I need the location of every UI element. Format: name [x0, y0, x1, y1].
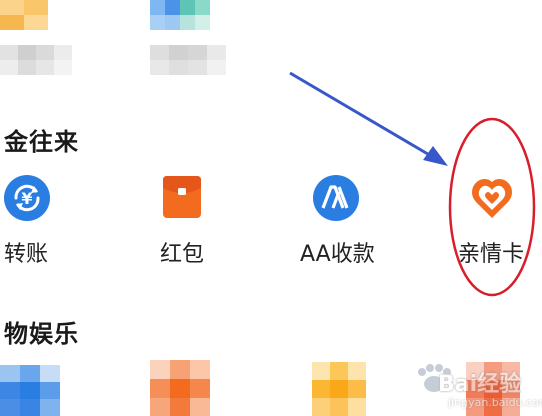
watermark-url: jingyan.baidu.com	[448, 396, 542, 409]
baidu-watermark: Bai经验 jingyan.baidu.com	[412, 364, 542, 414]
annotation-arrowhead	[423, 146, 448, 166]
annotation-arrow	[289, 71, 439, 162]
watermark-text: Bai经验	[438, 372, 522, 397]
annotation-overlay	[289, 71, 536, 297]
annotation-highlight-ellipse	[448, 117, 536, 297]
